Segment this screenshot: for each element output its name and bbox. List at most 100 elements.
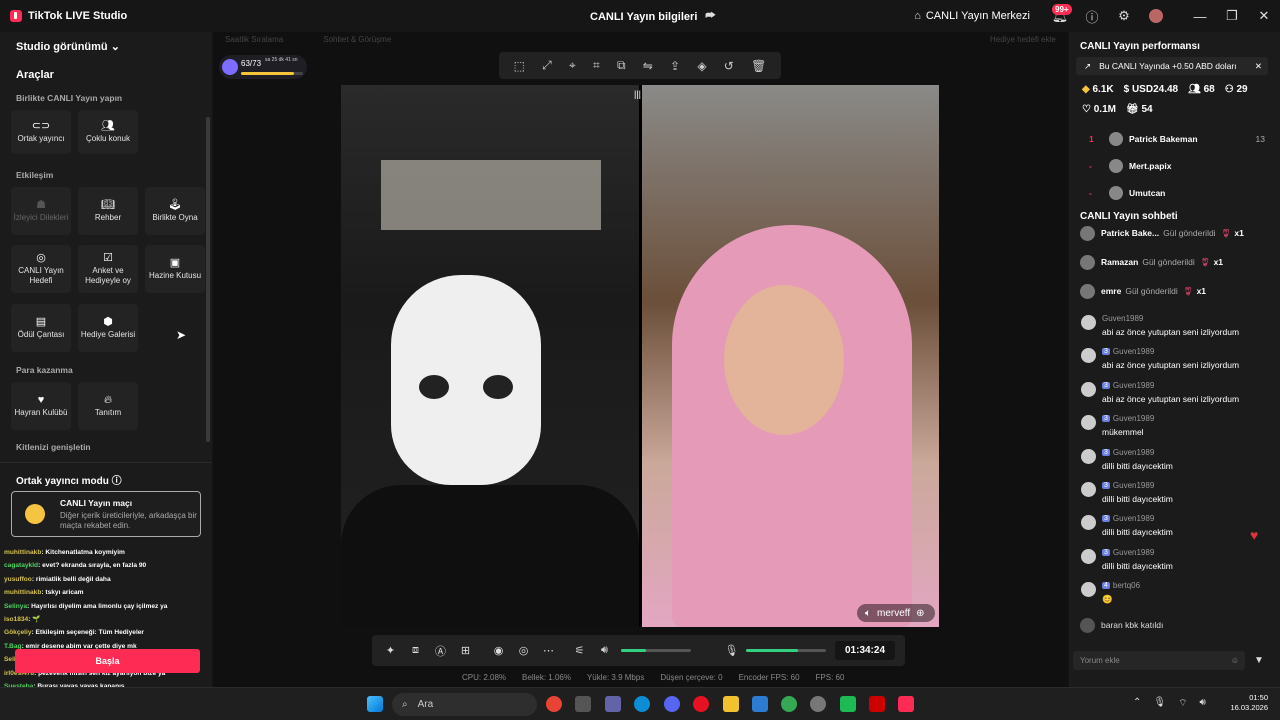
add-source-icon[interactable]: ⊞ <box>453 644 478 657</box>
hourly-ranking-hint[interactable]: Saatlik Sıralama <box>225 35 283 44</box>
chat-message[interactable]: 3 Guven1989 mükemmel <box>1080 414 1270 444</box>
chat-message[interactable]: 3 Guven1989 dilli bitti dayıcektim <box>1080 448 1270 478</box>
mixer-icon[interactable]: ⚟ <box>567 644 592 657</box>
duplicate-icon[interactable]: ⧉ <box>617 58 626 73</box>
tile-treasure-box[interactable]: ▣ Hazine Kutusu <box>145 245 205 293</box>
tile-live-goal[interactable]: ◎ CANLI Yayın Hedefi <box>11 245 71 293</box>
volume-tray-icon[interactable]: 🔊︎ <box>1200 697 1206 710</box>
minimize-button[interactable]: — <box>1184 0 1216 32</box>
tile-poll[interactable]: ☑ Anket ve Hediyeyle oy <box>78 245 138 293</box>
start-button[interactable]: Başla <box>15 649 200 673</box>
ai-icon[interactable]: Ⓐ <box>428 643 453 659</box>
live-center-button[interactable]: ⌂ CANLI Yayın Merkezi <box>914 10 1030 22</box>
steam-icon[interactable] <box>810 696 826 712</box>
scrollbar[interactable] <box>206 117 210 442</box>
effects-icon[interactable]: ✦ <box>378 644 403 657</box>
chat-hint[interactable]: Sohbet & Görüşme <box>323 35 391 44</box>
wifi-icon[interactable]: ⌔ <box>1178 697 1187 710</box>
followers-stat: ⚇ 29 <box>1225 84 1248 95</box>
goal-value: 63/73 <box>241 59 262 68</box>
explorer-icon[interactable] <box>723 696 739 712</box>
live-match-card[interactable]: CANLI Yayın maçı Diğer içerik üreticiler… <box>11 491 201 537</box>
task-view-icon[interactable] <box>575 696 591 712</box>
teams-icon[interactable] <box>605 696 621 712</box>
tile-viewer-requests[interactable]: ☗ İzleyici Dilekleri <box>11 187 71 235</box>
tile-fan-club[interactable]: ♥ Hayran Kulübü <box>11 382 71 430</box>
ranking-row[interactable]: - Umutcan <box>1089 183 1269 203</box>
close-notice-icon[interactable]: ✕ <box>1255 61 1262 72</box>
speaker-icon[interactable]: 🔊︎ <box>592 644 617 657</box>
chat-message[interactable]: 3 Guven1989 dilli bitti dayıcektim <box>1080 481 1270 511</box>
opera-icon[interactable] <box>693 696 709 712</box>
dropped-frames-stat: Düşen çerçeve: 0 <box>660 673 723 682</box>
flip-icon[interactable]: ⇋ <box>643 59 653 73</box>
chat-message[interactable]: Guven1989 abi az önce yutuptan seni izliy… <box>1080 314 1270 344</box>
guest-face <box>724 285 844 435</box>
layout-split-icon[interactable]: ||| <box>634 89 641 99</box>
app-icon[interactable] <box>840 696 856 712</box>
mic-slider[interactable] <box>746 649 826 652</box>
mic-tray-icon[interactable]: 🎙︎ <box>1153 697 1166 710</box>
studio-view-dropdown[interactable]: Studio görünümü ⌄ <box>16 40 120 53</box>
chat-message[interactable]: 3 Guven1989 dilli bitti dayıcektim <box>1080 514 1270 544</box>
taskbar-search[interactable]: ⌕ Ara <box>392 693 537 716</box>
chat-message[interactable]: 3 Guven1989 dilli bitti dayıcektim <box>1080 548 1270 578</box>
edge-icon[interactable] <box>634 696 650 712</box>
reset-icon[interactable]: ↺ <box>724 59 734 73</box>
chrome-icon[interactable] <box>546 696 562 712</box>
chat-message[interactable]: 4 bertq06 😊 <box>1080 581 1270 611</box>
crop-icon[interactable]: ⌗ <box>593 58 600 73</box>
more-icon[interactable]: ⋯ <box>536 644 561 657</box>
ranking-row[interactable]: - Mert.papix <box>1089 156 1269 176</box>
record-icon[interactable]: ◉ <box>486 644 511 657</box>
add-gift-goal-hint[interactable]: Hediye hedefi ekle <box>990 35 1056 44</box>
live-info-button[interactable]: CANLI Yayın bilgileri ⮫ <box>590 10 716 23</box>
usd-stat: $ USD24.48 <box>1124 84 1178 95</box>
tile-guide[interactable]: 📖︎ Rehber <box>78 187 138 235</box>
gift-verb: Gül gönderildi <box>1142 257 1195 267</box>
ranking-row[interactable]: 1 Patrick Bakeman 13 <box>1089 129 1269 149</box>
tile-multi-guest[interactable]: 👥︎ Çoklu konuk <box>78 110 138 154</box>
avatar <box>1081 415 1096 431</box>
windows-start-icon[interactable] <box>367 696 383 712</box>
tile-cohost[interactable]: ⊂⊃ Ortak yayıncı <box>11 110 71 154</box>
close-button[interactable]: ✕ <box>1248 0 1280 32</box>
select-area-icon[interactable]: ⬚ <box>514 59 525 73</box>
tile-reward-bag[interactable]: ▤ Ödül Çantası <box>11 304 71 352</box>
microphone-icon[interactable]: 🎙︎ <box>719 644 744 657</box>
fit-icon[interactable]: ⤢ <box>542 58 552 73</box>
tile-label: Hazine Kutusu <box>148 270 202 280</box>
help-button[interactable]: ⓘ <box>1076 0 1108 32</box>
tools-title: Araçlar <box>16 69 54 81</box>
filter-icon[interactable]: ▼ <box>1254 655 1264 666</box>
level-badge: 3 <box>1102 348 1110 356</box>
chrome-alt-icon[interactable] <box>781 696 797 712</box>
chevron-up-icon[interactable]: ⌃ <box>1133 697 1141 710</box>
notifications-button[interactable]: 🔔︎ 99+ <box>1044 0 1076 32</box>
tile-gift-gallery[interactable]: ⬢ Hediye Galerisi <box>78 304 138 352</box>
delete-icon[interactable]: 🗑︎ <box>751 59 766 73</box>
camera-icon[interactable]: ◎ <box>511 644 536 657</box>
tile-play-together[interactable]: 🕹︎ Birlikte Oyna <box>145 187 205 235</box>
capture-icon[interactable]: ⧈ <box>403 644 428 657</box>
system-clock[interactable]: 01:50 16.03.2026 <box>1230 693 1268 713</box>
youtube-icon[interactable] <box>869 696 885 712</box>
chat-message[interactable]: 3 Guven1989 abi az önce yutuptan seni izli… <box>1080 347 1270 377</box>
volume-slider[interactable] <box>621 649 691 652</box>
encoder-fps-stat: Encoder FPS: 60 <box>738 673 800 682</box>
comment-input[interactable]: Yorum ekle ☺ <box>1073 651 1245 670</box>
center-icon[interactable]: ⌖ <box>569 58 576 73</box>
discord-icon[interactable] <box>664 696 680 712</box>
store-icon[interactable] <box>752 696 768 712</box>
guest-nametag[interactable]: 🔈︎ merveff ⊕ <box>857 604 935 622</box>
layers-icon[interactable]: ◈ <box>697 59 706 73</box>
profile-avatar[interactable] <box>1140 0 1172 32</box>
bring-front-icon[interactable]: ⇪ <box>670 59 680 73</box>
tiktok-studio-icon[interactable] <box>898 696 914 712</box>
tile-promote[interactable]: 🔥︎ Tanıtım <box>78 382 138 430</box>
goal-widget[interactable]: 63/73 sa 25 dk 41 sn <box>219 55 307 79</box>
emoji-icon[interactable]: ☺ <box>1231 656 1239 665</box>
settings-button[interactable]: ⚙ <box>1108 0 1140 32</box>
maximize-button[interactable]: ❐ <box>1216 0 1248 32</box>
chat-message[interactable]: 3 Guven1989 abi az önce yutuptan seni izli… <box>1080 381 1270 411</box>
